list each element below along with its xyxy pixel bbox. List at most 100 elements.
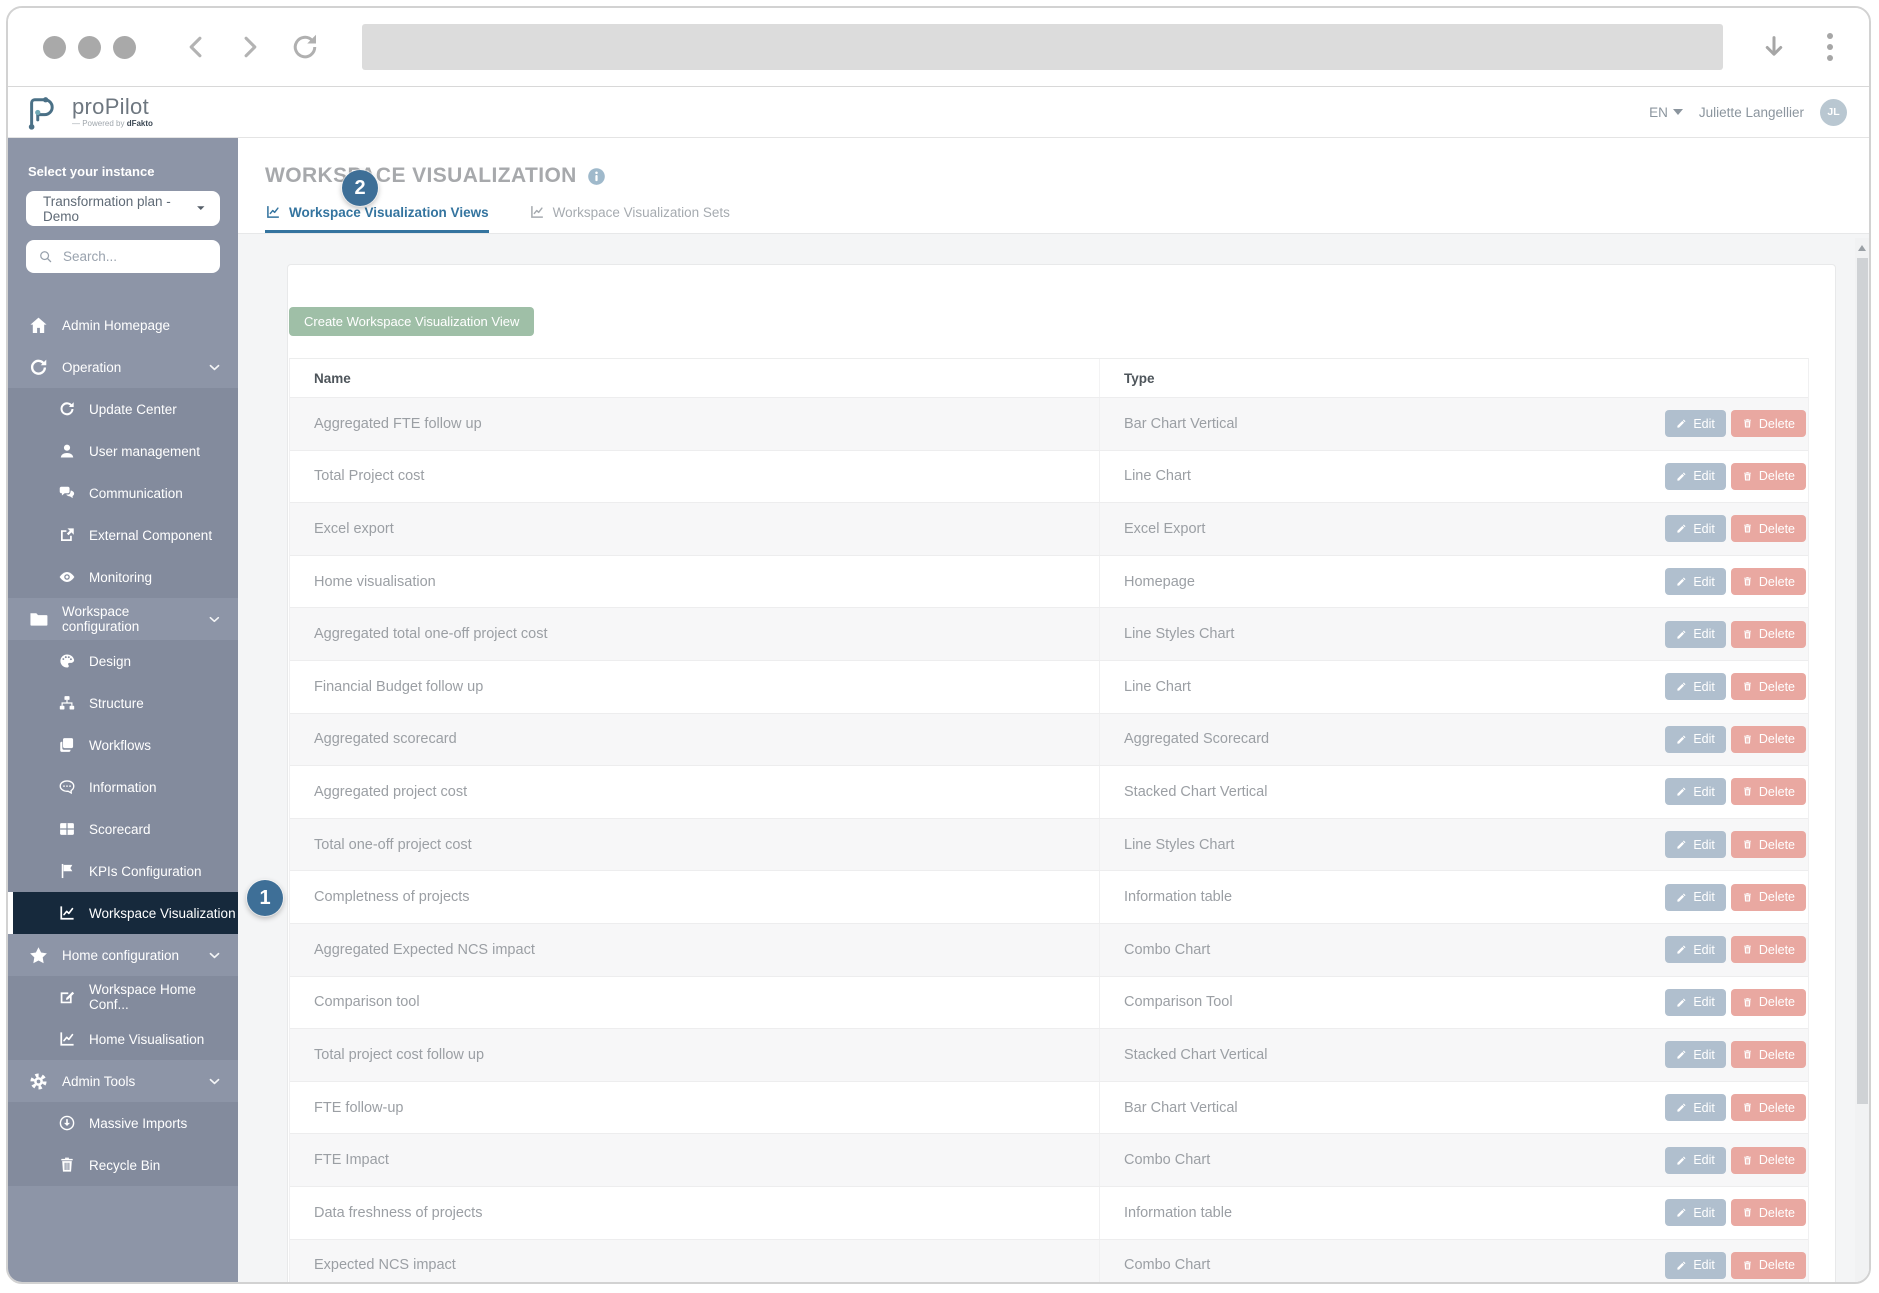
scrollbar-up-arrow-icon[interactable]: [1858, 245, 1866, 251]
sidebar-item-workspace-home-conf[interactable]: Workspace Home Conf...: [8, 976, 238, 1018]
sidebar-item-workflows[interactable]: Workflows: [8, 724, 238, 766]
create-workspace-visualization-view-button[interactable]: Create Workspace Visualization View: [289, 307, 534, 336]
language-selector[interactable]: EN: [1649, 105, 1683, 120]
edit-button[interactable]: Edit: [1665, 1252, 1726, 1279]
propilot-logo-icon: [22, 91, 64, 133]
table-row: FTE ImpactCombo ChartEditDelete: [290, 1134, 1808, 1187]
chevron-down-icon[interactable]: [207, 948, 222, 963]
instance-select[interactable]: Transformation plan - Demo: [26, 191, 220, 226]
chevron-down-icon[interactable]: [207, 612, 222, 627]
page-title: WORKSPACE VISUALIZATION: [265, 164, 577, 188]
edit-button[interactable]: Edit: [1665, 410, 1726, 437]
edit-button[interactable]: Edit: [1665, 884, 1726, 911]
reload-icon[interactable]: [290, 32, 320, 62]
back-icon[interactable]: [182, 32, 212, 62]
sidebar-item-communication[interactable]: Communication: [8, 472, 238, 514]
delete-button[interactable]: Delete: [1731, 621, 1806, 648]
avatar[interactable]: JL: [1820, 99, 1847, 126]
edit-button[interactable]: Edit: [1665, 726, 1726, 753]
sidebar-item-admin-homepage[interactable]: Admin Homepage: [8, 304, 238, 346]
chart-line-icon: [529, 204, 545, 220]
sitemap-icon: [58, 694, 76, 712]
user-icon: [58, 442, 76, 460]
edit-button[interactable]: Edit: [1665, 568, 1726, 595]
sidebar-item-information[interactable]: Information: [8, 766, 238, 808]
delete-button[interactable]: Delete: [1731, 1252, 1806, 1279]
sidebar-item-monitoring[interactable]: Monitoring: [8, 556, 238, 598]
sidebar-item-external-component[interactable]: External Component: [8, 514, 238, 556]
edit-button[interactable]: Edit: [1665, 831, 1726, 858]
edit-button[interactable]: Edit: [1665, 1041, 1726, 1068]
sidebar-item-home-configuration[interactable]: Home configuration: [8, 934, 238, 976]
edit-button[interactable]: Edit: [1665, 1094, 1726, 1121]
edit-button[interactable]: Edit: [1665, 621, 1726, 648]
annotation-badge-1: 1: [247, 880, 283, 916]
sidebar-item-label: Update Center: [89, 402, 177, 417]
table-row: Completness of projectsInformation table…: [290, 871, 1808, 924]
trash-icon: [1742, 944, 1753, 955]
sidebar-item-scorecard[interactable]: Scorecard: [8, 808, 238, 850]
tab-workspace-visualization-sets[interactable]: Workspace Visualization Sets: [529, 204, 730, 233]
edit-button[interactable]: Edit: [1665, 778, 1726, 805]
row-actions: EditDelete: [1665, 1029, 1808, 1081]
sidebar-item-label: User management: [89, 444, 200, 459]
sidebar-item-massive-imports[interactable]: Massive Imports: [8, 1102, 238, 1144]
sidebar-item-workspace-configuration[interactable]: Workspace configuration: [8, 598, 238, 640]
sidebar-item-update-center[interactable]: Update Center: [8, 388, 238, 430]
edit-button[interactable]: Edit: [1665, 1147, 1726, 1174]
download-icon[interactable]: [1759, 32, 1789, 62]
browser-menu-icon[interactable]: [1821, 31, 1839, 63]
tab-bar: Workspace Visualization Views Workspace …: [265, 204, 1869, 233]
search-input[interactable]: [61, 248, 208, 265]
edit-button[interactable]: Edit: [1665, 1199, 1726, 1226]
edit-button[interactable]: Edit: [1665, 673, 1726, 700]
delete-button[interactable]: Delete: [1731, 515, 1806, 542]
sidebar-item-label: Massive Imports: [89, 1116, 187, 1131]
info-icon[interactable]: [587, 167, 606, 186]
edit-button[interactable]: Edit: [1665, 515, 1726, 542]
delete-button[interactable]: Delete: [1731, 463, 1806, 490]
row-type: Stacked Chart Vertical: [1099, 1029, 1665, 1081]
scrollbar[interactable]: [1855, 238, 1869, 1282]
chevron-down-icon[interactable]: [207, 1074, 222, 1089]
forward-icon[interactable]: [234, 32, 264, 62]
delete-button[interactable]: Delete: [1731, 726, 1806, 753]
edit-button[interactable]: Edit: [1665, 936, 1726, 963]
window-control-dot[interactable]: [113, 36, 136, 59]
delete-button[interactable]: Delete: [1731, 673, 1806, 700]
delete-button[interactable]: Delete: [1731, 568, 1806, 595]
window-control-dot[interactable]: [78, 36, 101, 59]
delete-button[interactable]: Delete: [1731, 831, 1806, 858]
tab-workspace-visualization-views[interactable]: Workspace Visualization Views: [265, 204, 489, 233]
delete-button[interactable]: Delete: [1731, 989, 1806, 1016]
user-name[interactable]: Juliette Langellier: [1699, 105, 1804, 120]
url-bar[interactable]: [362, 24, 1723, 70]
edit-button[interactable]: Edit: [1665, 989, 1726, 1016]
trash-icon: [1742, 471, 1753, 482]
sidebar-item-kpis-configuration[interactable]: KPIs Configuration: [8, 850, 238, 892]
delete-button[interactable]: Delete: [1731, 1094, 1806, 1121]
delete-button[interactable]: Delete: [1731, 936, 1806, 963]
sidebar-item-home-visualisation[interactable]: Home Visualisation: [8, 1018, 238, 1060]
sidebar-item-design[interactable]: Design: [8, 640, 238, 682]
delete-button[interactable]: Delete: [1731, 778, 1806, 805]
chevron-down-icon[interactable]: [207, 360, 222, 375]
delete-button[interactable]: Delete: [1731, 410, 1806, 437]
sidebar-item-recycle-bin[interactable]: Recycle Bin: [8, 1144, 238, 1186]
edit-button[interactable]: Edit: [1665, 463, 1726, 490]
sidebar-item-structure[interactable]: Structure: [8, 682, 238, 724]
pencil-icon: [1676, 629, 1687, 640]
views-card: Create Workspace Visualization View Name…: [287, 264, 1836, 1282]
sidebar-item-workspace-visualization[interactable]: Workspace Visualization: [8, 892, 238, 934]
row-actions: EditDelete: [1665, 977, 1808, 1029]
delete-button[interactable]: Delete: [1731, 1147, 1806, 1174]
sidebar-item-operation[interactable]: Operation: [8, 346, 238, 388]
sidebar-item-user-management[interactable]: User management: [8, 430, 238, 472]
window-control-dot[interactable]: [43, 36, 66, 59]
delete-button[interactable]: Delete: [1731, 1199, 1806, 1226]
chart-icon: [58, 904, 76, 922]
sidebar-item-admin-tools[interactable]: Admin Tools: [8, 1060, 238, 1102]
delete-button[interactable]: Delete: [1731, 884, 1806, 911]
scrollbar-thumb[interactable]: [1857, 258, 1868, 1104]
delete-button[interactable]: Delete: [1731, 1041, 1806, 1068]
